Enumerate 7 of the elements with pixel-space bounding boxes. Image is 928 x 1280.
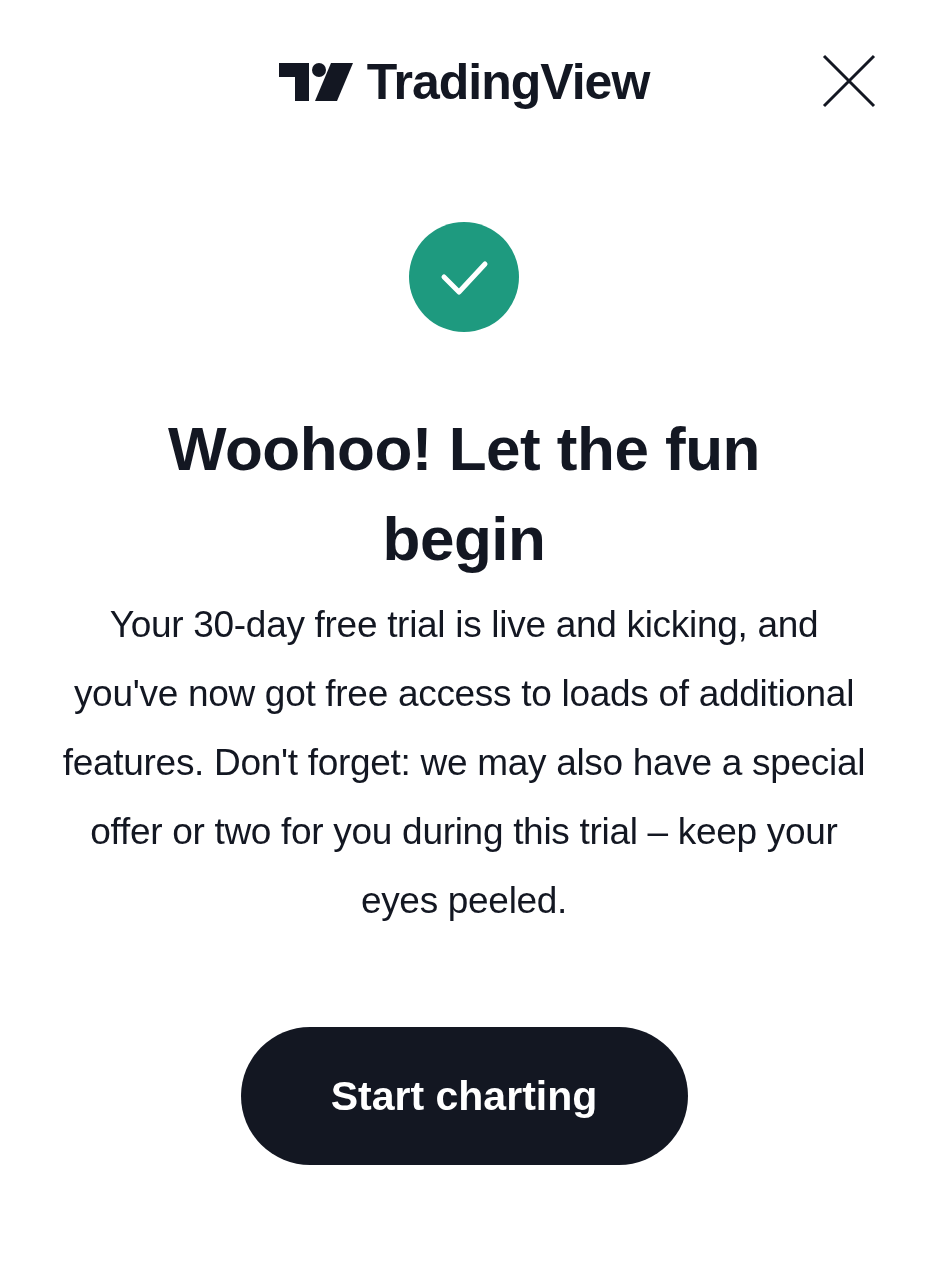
logo-text: TradingView: [366, 56, 650, 108]
close-icon[interactable]: [822, 54, 876, 108]
message-text: Your 30-day free trial is live and kicking, and you've now got free access to loads of additional features. Don't forget: we may also have a special offer or two for you during this trial – keep your eyes peeled.: [61, 603, 867, 923]
heading: Woohoo! Let the fun begin: [167, 413, 761, 575]
start-charting-button[interactable]: Start charting: [240, 1027, 688, 1165]
check-circle-icon: [409, 222, 519, 332]
logo-mark-icon: [278, 63, 353, 101]
